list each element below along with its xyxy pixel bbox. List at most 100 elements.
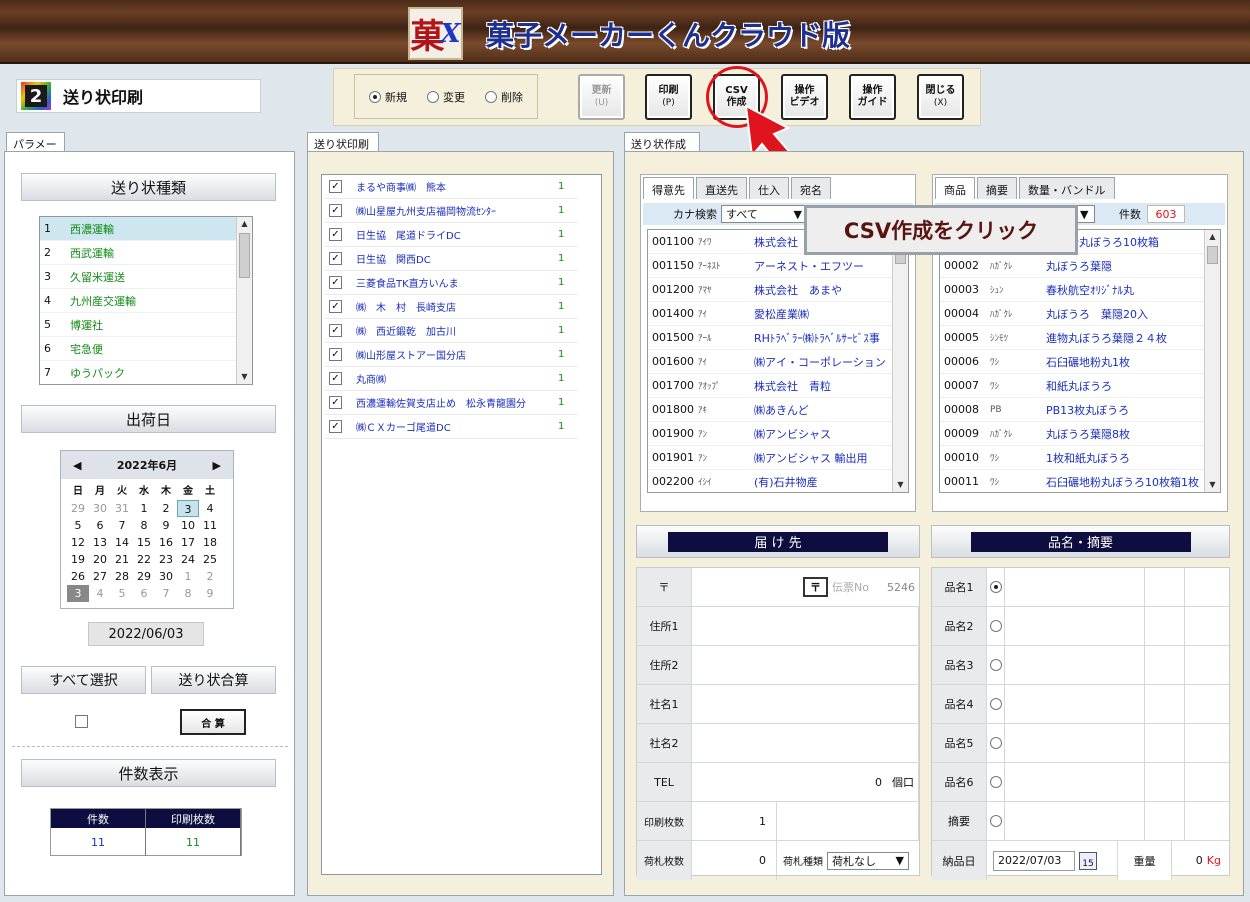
item-radio[interactable]	[989, 659, 1002, 671]
table-row[interactable]: 00009 ﾊｶﾞｸﾚ 丸ぼうろ葉隠8枚	[940, 422, 1220, 446]
table-row[interactable]: 001800 ｱｷ ㈱あきんど	[648, 398, 908, 422]
list-item[interactable]: ✓ 丸商㈱ 1	[325, 367, 578, 391]
row-checkbox[interactable]: ✓	[329, 252, 342, 265]
item-qty-field[interactable]	[1145, 685, 1185, 723]
table-row[interactable]: 001901 ｱﾝ ㈱アンビシャス 輸出用	[648, 446, 908, 470]
calendar-day[interactable]: 25	[199, 551, 221, 568]
tag-type-select[interactable]: 荷札なし ▼	[827, 851, 909, 870]
table-row[interactable]: 002200 ｲｼｲ (有)石井物産	[648, 470, 908, 492]
item-unit-field[interactable]	[1185, 763, 1229, 801]
item-unit-field[interactable]	[1185, 646, 1229, 684]
tab-address[interactable]: 宛名	[791, 177, 831, 199]
calendar-day[interactable]: 8	[177, 585, 199, 602]
item-radio[interactable]	[989, 815, 1002, 827]
table-row[interactable]: 001200 ｱﾏﾔ 株式会社 あまや	[648, 278, 908, 302]
operation-guide-button[interactable]: 操作 ガイド	[849, 74, 896, 120]
item-qty-field[interactable]	[1145, 607, 1185, 645]
table-row[interactable]: 001600 ｱｲ ㈱アイ・コーポレーション	[648, 350, 908, 374]
calendar-day[interactable]: 14	[111, 534, 133, 551]
item-name-field[interactable]	[1005, 802, 1145, 840]
list-item[interactable]: ✓ 日生協 関西DC 1	[325, 247, 578, 271]
list-item[interactable]: ✓ 三菱食品TK直方いんま 1	[325, 271, 578, 295]
item-qty-field[interactable]	[1145, 763, 1185, 801]
item-radio[interactable]	[989, 620, 1002, 632]
calendar-day[interactable]: 24	[177, 551, 199, 568]
calendar-day[interactable]: 2	[155, 500, 177, 517]
list-item[interactable]: ✓ ㈱山形屋ストアー国分店 1	[325, 343, 578, 367]
item-name-field[interactable]	[1005, 646, 1145, 684]
item-name-field[interactable]	[1005, 685, 1145, 723]
calendar-day[interactable]: 21	[111, 551, 133, 568]
table-row[interactable]: 001400 ｱｲ 愛松産業㈱	[648, 302, 908, 326]
item-unit-field[interactable]	[1185, 607, 1229, 645]
product-list[interactable]: 00001碾地粉丸ぼうろ10枚箱00002ﾊｶﾞｸﾚ丸ぼうろ葉隠00003ｼｭﾝ…	[939, 229, 1221, 493]
tab-supplier[interactable]: 仕入	[749, 177, 789, 199]
table-row[interactable]: 00003 ｼｭﾝ 春秋航空ｵﾘｼﾞﾅﾙ丸	[940, 278, 1220, 302]
row-checkbox[interactable]: ✓	[329, 324, 342, 337]
tab-parameters[interactable]: パラメータ	[6, 132, 65, 167]
calendar-day[interactable]: 5	[111, 585, 133, 602]
table-row[interactable]: 00004 ﾊｶﾞｸﾚ 丸ぼうろ 葉隠20入	[940, 302, 1220, 326]
calendar-day[interactable]: 22	[133, 551, 155, 568]
customer-list[interactable]: 001100 ｱｲﾜ 株式会社 001150 ｱｰﾈｽﾄ アーネスト・エフツー 001200…	[647, 229, 909, 493]
list-item[interactable]: 5 博運社	[40, 313, 252, 337]
item-name-field[interactable]	[1005, 568, 1145, 606]
row-checkbox[interactable]: ✓	[329, 204, 342, 217]
list-item[interactable]: ✓ ㈱ 西近鍛乾 加古川 1	[325, 319, 578, 343]
company2-field[interactable]	[692, 724, 919, 762]
invoice-type-list[interactable]: 1 西濃運輸 2 西武運輸 3 久留米運送 4 九州産交運輸 5 博運社 6 宅急便 7 ゆう…	[39, 216, 253, 385]
table-row[interactable]: 00007 ﾜｼ 和紙丸ぼうろ	[940, 374, 1220, 398]
list-item[interactable]: 2 西武運輸	[40, 241, 252, 265]
calendar-day[interactable]: 29	[67, 500, 89, 517]
calendar-day[interactable]: 6	[89, 517, 111, 534]
calendar-day[interactable]: 9	[155, 517, 177, 534]
list-item[interactable]: ✓ ㈱ 木 村 長崎支店 1	[325, 295, 578, 319]
item-radio[interactable]	[989, 698, 1002, 710]
mode-new-radio[interactable]: 新規	[369, 89, 407, 105]
row-checkbox[interactable]: ✓	[329, 276, 342, 289]
item-unit-field[interactable]	[1185, 685, 1229, 723]
zip-field[interactable]: 〒伝票No 5246	[692, 568, 919, 606]
calendar-day[interactable]: 23	[155, 551, 177, 568]
item-radio[interactable]	[989, 737, 1002, 749]
calendar-day[interactable]: 1	[133, 500, 155, 517]
calendar-day[interactable]: 5	[67, 517, 89, 534]
scrollbar[interactable]: ▲▼	[236, 217, 252, 384]
table-row[interactable]: 00006 ﾜｼ 石臼碾地粉丸1枚	[940, 350, 1220, 374]
calendar-day[interactable]: 28	[111, 568, 133, 585]
calendar-day[interactable]: 31	[111, 500, 133, 517]
ship-date-field[interactable]: 2022/06/03	[88, 622, 204, 646]
tab-product[interactable]: 商品	[935, 177, 975, 199]
calendar-day[interactable]: 15	[133, 534, 155, 551]
calendar-grid[interactable]: 日月火水木金土 29 30 31 1 2 3 4 5 6 7 8 9 10 11 12 13 14 15 16 17 18…	[61, 483, 233, 602]
table-row[interactable]: 001900 ｱﾝ ㈱アンビシャス	[648, 422, 908, 446]
tel-field[interactable]: 0 個口	[692, 763, 919, 801]
calendar-day[interactable]: 10	[177, 517, 199, 534]
calendar-day[interactable]: 1	[177, 568, 199, 585]
company1-field[interactable]	[692, 685, 919, 723]
item-unit-field[interactable]	[1185, 724, 1229, 762]
calendar-day[interactable]: 7	[155, 585, 177, 602]
list-item[interactable]: 6 宅急便	[40, 337, 252, 361]
calendar-icon[interactable]: 15	[1079, 851, 1097, 870]
calendar-day[interactable]: 27	[89, 568, 111, 585]
update-button[interactable]: 更新 (U)	[578, 74, 625, 120]
list-item[interactable]: 1 西濃運輸	[40, 217, 252, 241]
list-item[interactable]: ✓ まるや商事㈱ 熊本 1	[325, 175, 578, 199]
tab-summary[interactable]: 摘要	[977, 177, 1017, 199]
calendar-day[interactable]: 7	[111, 517, 133, 534]
table-row[interactable]: 00008 PB PB13枚丸ぼうろ	[940, 398, 1220, 422]
merge-checkbox[interactable]	[75, 715, 88, 728]
item-qty-field[interactable]	[1145, 646, 1185, 684]
scrollbar[interactable]: ▲▼	[1204, 230, 1220, 492]
calendar-day[interactable]: 4	[89, 585, 111, 602]
list-item[interactable]: ✓ 日生協 尾道ドライDC 1	[325, 223, 578, 247]
item-radio[interactable]	[989, 776, 1002, 788]
select-all-button[interactable]: すべて選択	[21, 666, 146, 694]
list-item[interactable]: 3 久留米運送	[40, 265, 252, 289]
calendar-day[interactable]: 29	[133, 568, 155, 585]
tab-direct-ship[interactable]: 直送先	[696, 177, 747, 199]
print-button[interactable]: 印刷 (P)	[645, 74, 692, 120]
list-item[interactable]: ✓ ㈱山星屋九州支店福岡物流ｾﾝﾀｰ 1	[325, 199, 578, 223]
row-checkbox[interactable]: ✓	[329, 348, 342, 361]
